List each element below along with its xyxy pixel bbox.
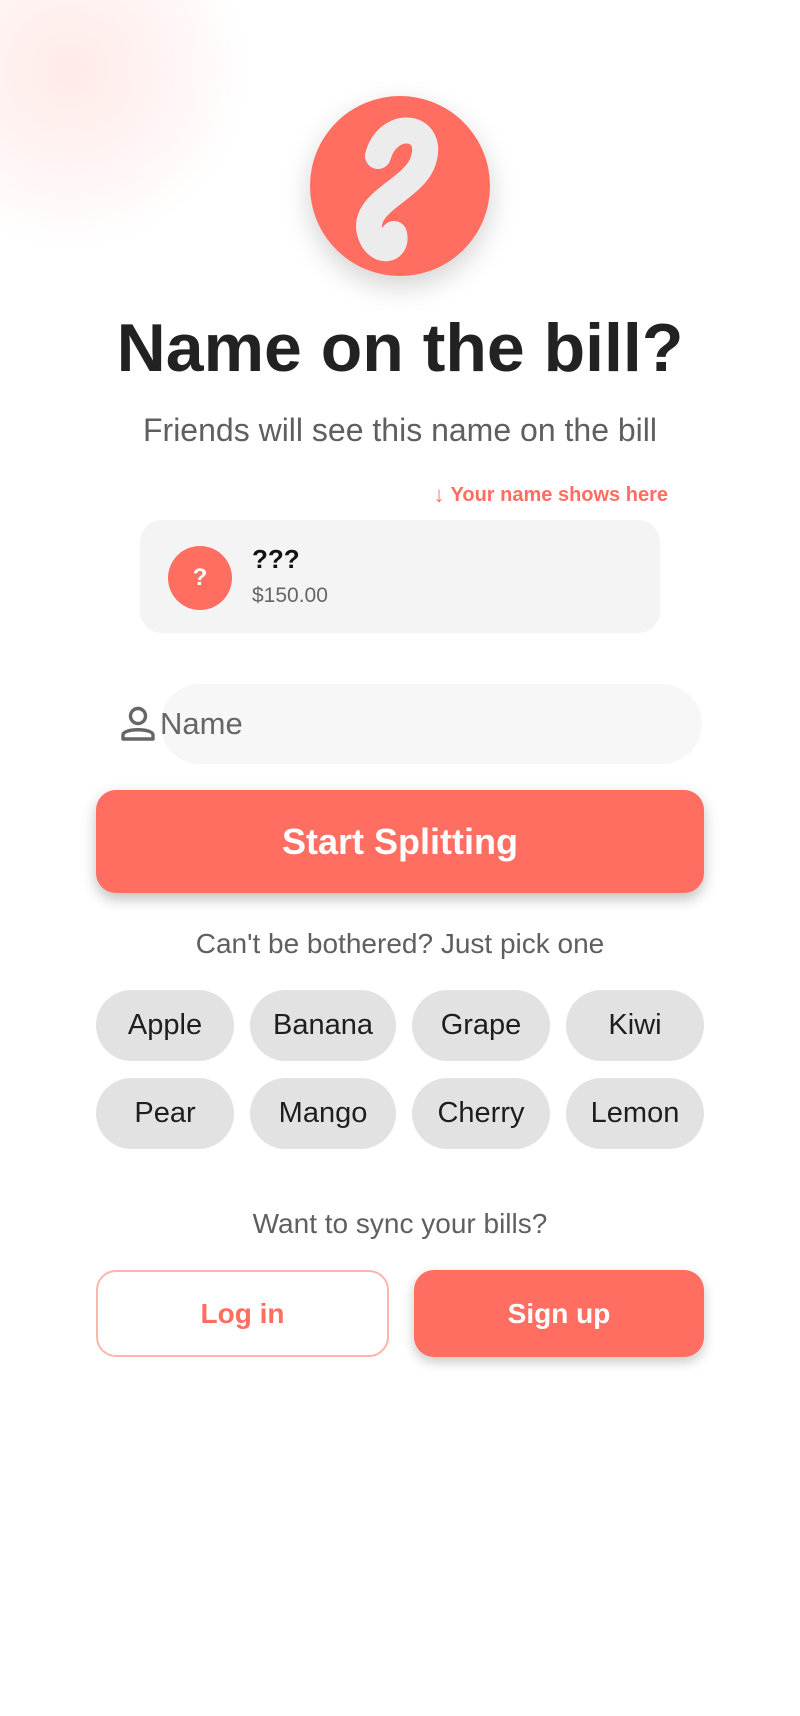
name-chip-cherry[interactable]: Cherry [412,1078,550,1149]
page-subtitle: Friends will see this name on the bill [142,412,657,448]
bill-preview-card: ? ??? $150.00 [140,520,660,633]
preview-avatar: ? [168,546,232,610]
quick-pick-label: Can't be bothered? Just pick one [195,928,605,959]
name-chip-apple[interactable]: Apple [96,990,234,1061]
log-in-button[interactable]: Log in [96,1270,389,1357]
name-setup-screen: Name on the bill? Friends will see this … [0,0,800,1716]
name-chip-lemon[interactable]: Lemon [566,1078,704,1149]
name-chip-mango[interactable]: Mango [250,1078,396,1149]
start-splitting-button[interactable]: Start Splitting [96,790,704,893]
sync-prompt: Want to sync your bills? [252,1208,548,1239]
name-chip-pear[interactable]: Pear [96,1078,234,1149]
sign-up-button[interactable]: Sign up [414,1270,704,1357]
name-chip-banana[interactable]: Banana [250,990,396,1061]
name-chip-grape[interactable]: Grape [412,990,550,1061]
preview-hint-label: Your name shows here [450,484,668,506]
name-input[interactable] [160,684,702,764]
avatar-placeholder-text: ? [192,564,208,591]
person-icon [121,706,155,741]
name-field-row [118,684,702,764]
preview-name: ??? [252,544,300,574]
squiggle-logo-icon [310,96,490,276]
arrow-down-icon: ↓ [433,482,445,507]
name-chip-kiwi[interactable]: Kiwi [566,990,704,1061]
page-title: Name on the bill? [116,310,684,386]
preview-amount: $150.00 [252,584,328,607]
preview-hint: ↓ Your name shows here [434,482,668,508]
background-glow [0,0,250,250]
